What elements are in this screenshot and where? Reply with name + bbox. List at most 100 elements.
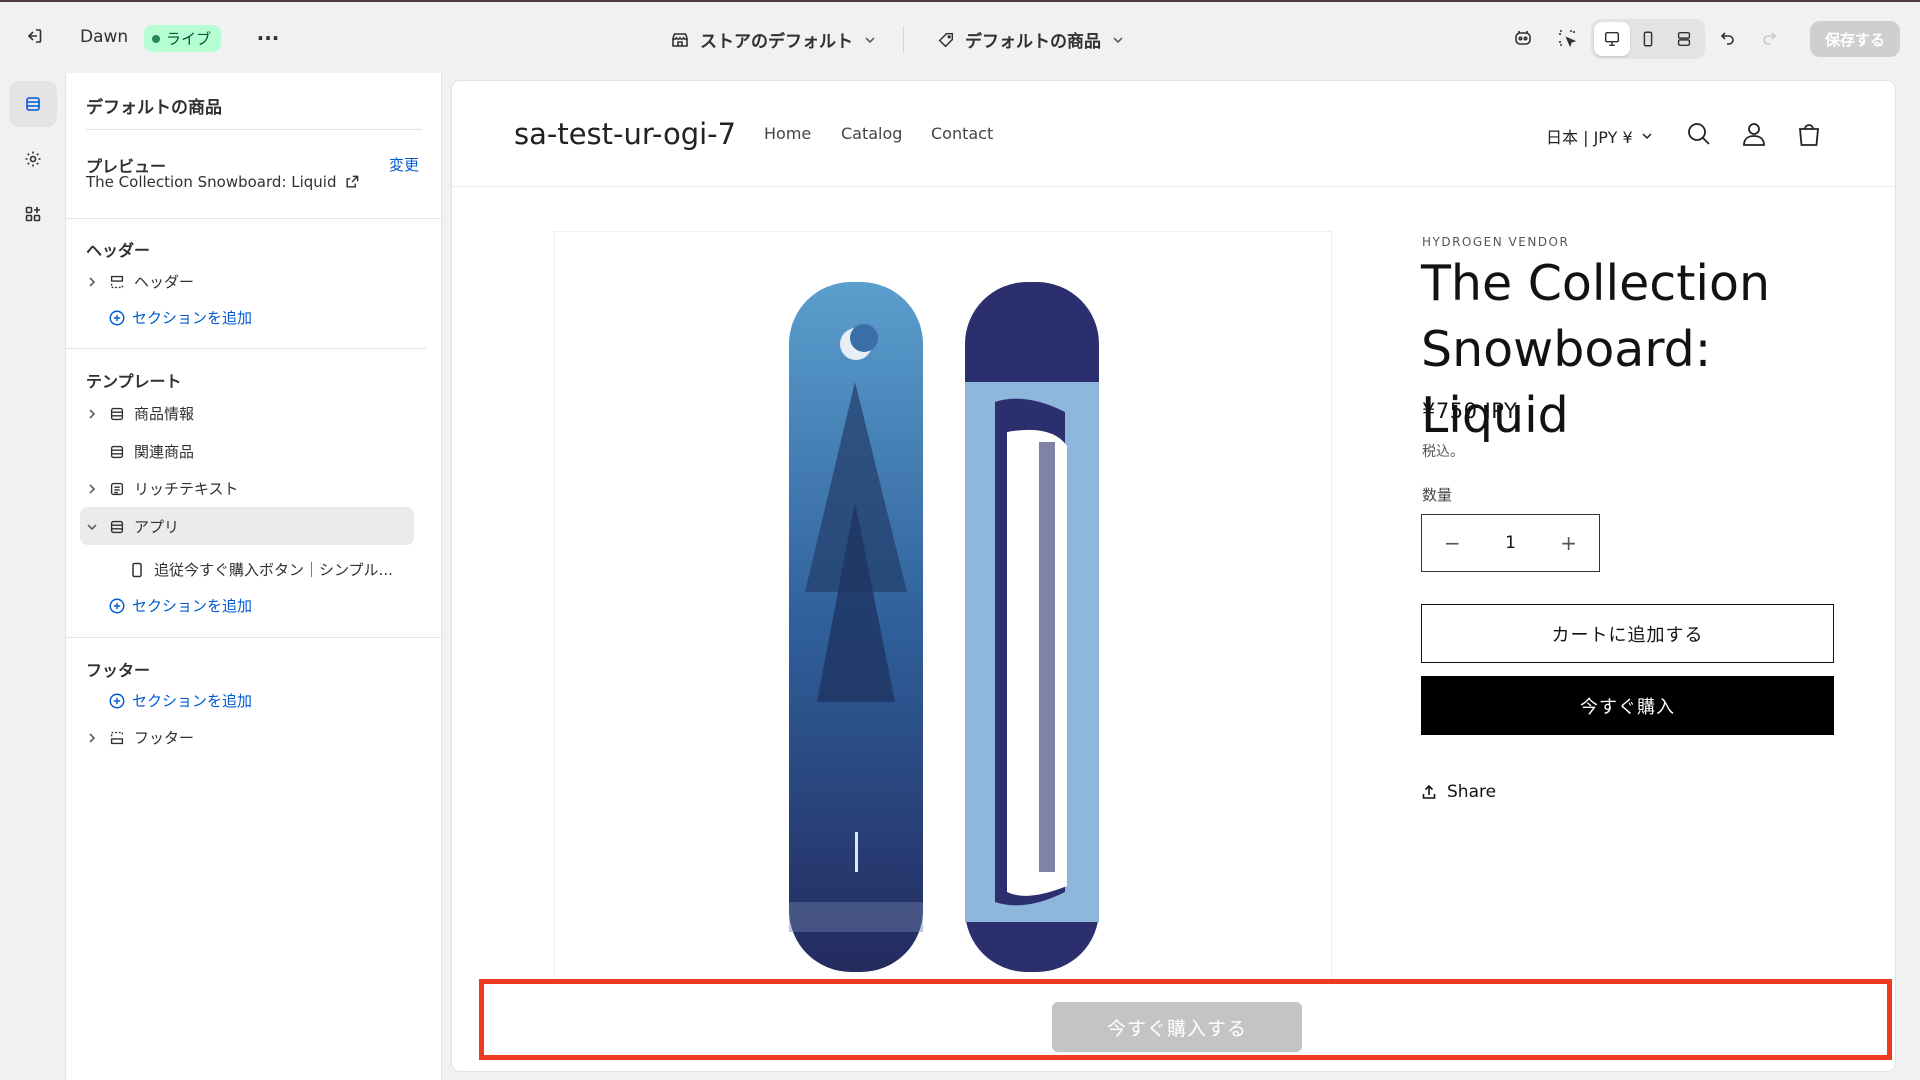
- section-related-products[interactable]: 関連商品: [84, 441, 194, 462]
- footer-group-title: フッター: [86, 661, 151, 680]
- section-header[interactable]: ヘッダー: [84, 271, 194, 292]
- divider: [66, 348, 426, 349]
- chevron-right-icon: [89, 276, 96, 287]
- preview-product-label: The Collection Snowboard: Liquid: [86, 173, 337, 191]
- text-block-icon: [110, 482, 124, 495]
- desktop-view-icon[interactable]: [1594, 22, 1630, 56]
- cart-icon[interactable]: [1794, 119, 1824, 149]
- mobile-view-icon[interactable]: [1630, 22, 1666, 56]
- device-switcher: [1591, 19, 1705, 59]
- chevron-down-icon: [1642, 133, 1652, 140]
- quantity-stepper: − 1 +: [1421, 514, 1600, 572]
- exit-icon[interactable]: [16, 18, 52, 54]
- plus-circle-icon: [109, 598, 125, 613]
- template-selector[interactable]: デフォルトの商品: [937, 27, 1125, 52]
- sticky-buy-bar-highlight: 今すぐ購入する: [479, 979, 1892, 1060]
- add-section-label: セクションを追加: [132, 692, 253, 710]
- buy-now-button[interactable]: 今すぐ購入: [1421, 676, 1834, 735]
- live-badge: ライブ: [144, 25, 222, 52]
- sections-icon[interactable]: [9, 81, 57, 127]
- add-section-label: セクションを追加: [132, 597, 253, 615]
- chevron-right-icon: [89, 732, 96, 743]
- plus-circle-icon: [109, 310, 125, 325]
- quantity-label: 数量: [1422, 486, 1453, 504]
- chevron-down-icon: [865, 36, 875, 43]
- quantity-increase-button[interactable]: +: [1560, 531, 1577, 555]
- store-selector-label: ストアのデフォルト: [700, 32, 853, 52]
- tax-note: 税込。: [1422, 444, 1464, 460]
- header-group-title: ヘッダー: [86, 241, 151, 260]
- add-section-template-button[interactable]: セクションを追加: [108, 595, 252, 616]
- save-button[interactable]: 保存する: [1810, 21, 1900, 57]
- preview-product[interactable]: The Collection Snowboard: Liquid: [86, 173, 360, 191]
- account-icon[interactable]: [1739, 119, 1769, 149]
- sticky-buy-now-button[interactable]: 今すぐ購入する: [1052, 1002, 1302, 1052]
- ai-assistant-icon[interactable]: [1505, 20, 1541, 56]
- quantity-decrease-button[interactable]: −: [1444, 531, 1461, 555]
- store-selector[interactable]: ストアのデフォルト: [670, 27, 877, 52]
- nav-contact[interactable]: Contact: [931, 124, 993, 143]
- store-header: sa-test-ur-ogi-7 Home Catalog Contact 日本…: [452, 81, 1895, 187]
- add-to-cart-button[interactable]: カートに追加する: [1421, 604, 1834, 663]
- section-layout-icon: [110, 445, 124, 458]
- app-block-label: 追従今すぐ購入ボタン｜シンプル...: [154, 561, 393, 579]
- topbar-divider: [903, 26, 904, 52]
- product-image[interactable]: [554, 231, 1332, 1021]
- live-label: ライブ: [166, 30, 212, 48]
- footer-layout-icon: [110, 731, 124, 744]
- header-layout-icon: [110, 275, 124, 288]
- section-apps[interactable]: アプリ: [84, 516, 179, 537]
- section-label: フッター: [134, 729, 195, 747]
- add-section-label: セクションを追加: [132, 309, 253, 327]
- section-footer[interactable]: フッター: [84, 727, 194, 748]
- product-price: ¥750 JPY: [1422, 399, 1518, 423]
- template-selector-label: デフォルトの商品: [965, 32, 1101, 52]
- store-icon: [672, 32, 688, 47]
- chevron-down-icon: [87, 523, 97, 530]
- theme-name: Dawn: [80, 27, 129, 47]
- template-group-title: テンプレート: [86, 372, 182, 391]
- section-layout-icon: [110, 520, 124, 533]
- currency-selector[interactable]: 日本 | JPY ¥: [1546, 124, 1653, 148]
- panel-title: デフォルトの商品: [86, 98, 222, 118]
- section-label: 商品情報: [134, 405, 195, 423]
- sections-panel: デフォルトの商品 プレビュー 変更 The Collection Snowboa…: [66, 73, 442, 1080]
- app-block-sticky-buy[interactable]: 追従今すぐ購入ボタン｜シンプル...: [130, 559, 393, 580]
- inspector-icon[interactable]: [1549, 20, 1585, 56]
- settings-gear-icon[interactable]: [9, 136, 57, 182]
- section-product-info[interactable]: 商品情報: [84, 403, 194, 424]
- add-section-header-button[interactable]: セクションを追加: [108, 307, 252, 328]
- tag-icon: [938, 32, 954, 47]
- preview-canvas: sa-test-ur-ogi-7 Home Catalog Contact 日本…: [452, 81, 1895, 1071]
- apps-icon[interactable]: [9, 191, 57, 237]
- external-link-icon: [346, 175, 359, 188]
- section-label: 関連商品: [134, 443, 195, 461]
- chevron-right-icon: [89, 483, 96, 494]
- snowboard-image: [789, 282, 1099, 972]
- section-label: リッチテキスト: [134, 480, 239, 498]
- product-vendor: HYDROGEN VENDOR: [1422, 235, 1570, 249]
- divider: [86, 129, 422, 130]
- add-section-footer-button[interactable]: セクションを追加: [108, 690, 252, 711]
- chevron-right-icon: [89, 408, 96, 419]
- fullscreen-view-icon[interactable]: [1666, 22, 1702, 56]
- undo-icon[interactable]: [1710, 20, 1746, 56]
- currency-label: 日本 | JPY ¥: [1546, 128, 1633, 147]
- search-icon[interactable]: [1684, 119, 1714, 149]
- more-actions-button[interactable]: ···: [250, 20, 286, 56]
- divider: [66, 218, 442, 219]
- redo-icon[interactable]: [1751, 20, 1787, 56]
- section-rich-text[interactable]: リッチテキスト: [84, 478, 239, 499]
- quantity-input[interactable]: 1: [1505, 533, 1516, 553]
- share-label: Share: [1447, 782, 1497, 802]
- store-logo-text[interactable]: sa-test-ur-ogi-7: [514, 117, 736, 151]
- share-button[interactable]: Share: [1421, 782, 1496, 802]
- section-label: ヘッダー: [134, 273, 195, 291]
- side-rail: [0, 73, 66, 1080]
- nav-catalog[interactable]: Catalog: [841, 124, 902, 143]
- editor-topbar: Dawn ライブ ··· ストアのデフォルト デフォルトの商品 保存する: [0, 0, 1920, 73]
- live-dot-icon: [152, 34, 160, 43]
- change-preview-link[interactable]: 変更: [389, 154, 419, 175]
- share-icon: [1422, 784, 1436, 799]
- nav-home[interactable]: Home: [764, 124, 811, 143]
